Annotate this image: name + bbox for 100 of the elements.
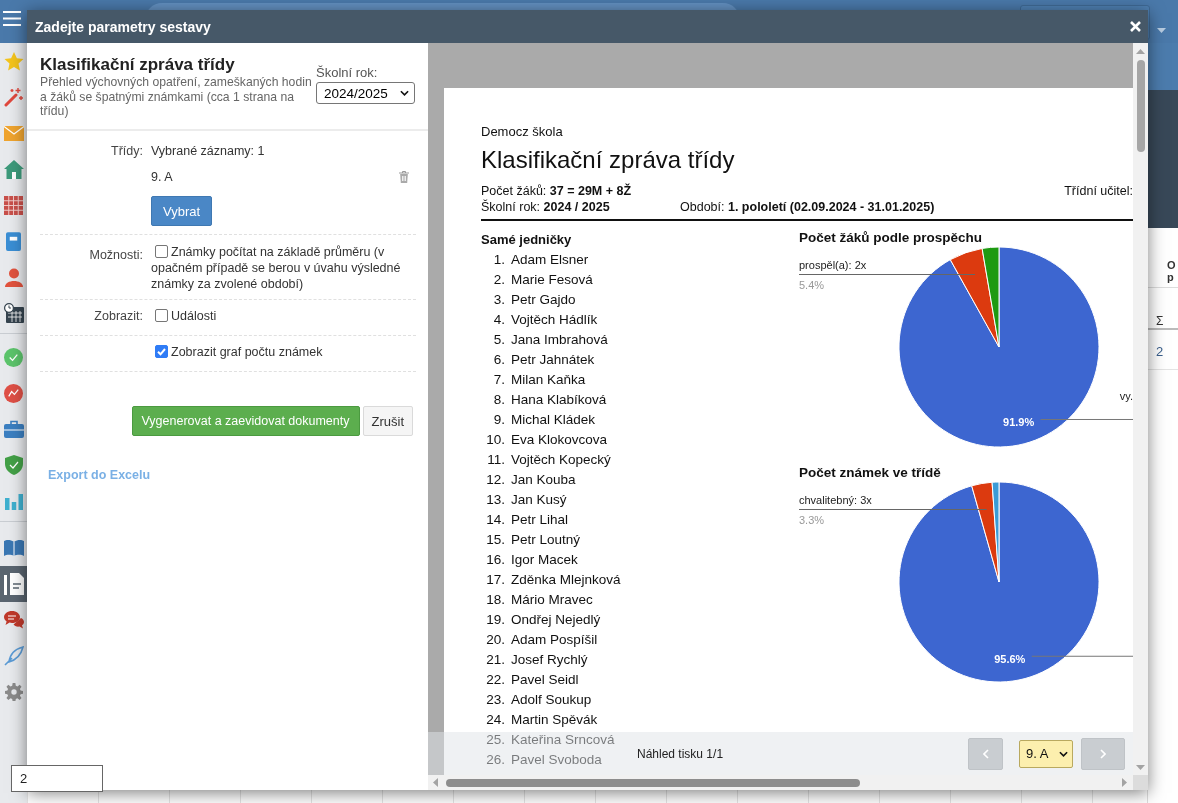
scrollbar-thumb[interactable]: [1136, 60, 1145, 152]
student-name: Zděnka Mlejnková: [511, 571, 621, 589]
field-label: Třídy:: [111, 144, 143, 158]
input-field[interactable]: 2: [11, 765, 103, 792]
school-year-select[interactable]: 2024/2025: [316, 82, 415, 104]
settings-icon: [4, 683, 23, 701]
magic-wand-icon: [4, 87, 23, 107]
student-name: Pavel Svoboda: [511, 751, 602, 769]
briefcase-icon: [3, 420, 24, 438]
horizontal-scrollbar[interactable]: [428, 775, 1133, 790]
list-number: 6.: [492, 351, 505, 369]
student-name: Petr Jahnátek: [511, 351, 595, 369]
student-name: Jan Kouba: [511, 471, 576, 489]
trash-icon[interactable]: [399, 171, 409, 183]
vertical-scrollbar[interactable]: [1133, 43, 1148, 775]
checkbox[interactable]: [155, 309, 168, 322]
chart-title: Počet známek ve třídě: [799, 465, 941, 480]
checkbox[interactable]: [155, 245, 168, 258]
list-number: 20.: [485, 631, 505, 649]
student-name: Adam Pospíšil: [511, 631, 598, 649]
percent-label: 91.9%: [1003, 416, 1035, 429]
checkmark-icon: [156, 346, 167, 357]
list-number: 11.: [486, 451, 505, 469]
student-name: Josef Rychlý: [511, 651, 588, 669]
student-name: Marie Fesová: [511, 271, 593, 289]
list-number: 14.: [485, 511, 505, 529]
student-name: Adam Elsner: [511, 251, 589, 269]
info-label: Období:: [680, 200, 725, 214]
calendar-icon: [4, 195, 23, 215]
list-number: 9.: [492, 411, 505, 429]
student-name: Vojtěch Hádlík: [511, 311, 598, 329]
list-number: 10.: [485, 431, 505, 449]
caret-icon[interactable]: [1157, 28, 1166, 33]
info-value: 37 = 29M + 8Ž: [549, 184, 632, 198]
student-name: Pavel Seidl: [511, 671, 579, 689]
close-icon[interactable]: [1130, 21, 1141, 32]
student-name: Hana Klabíková: [511, 391, 607, 409]
field-label: Školní rok:: [316, 65, 379, 80]
list-number: 8.: [492, 391, 505, 409]
cancel-button[interactable]: Zrušit: [362, 406, 413, 436]
class-select[interactable]: 9. A: [1019, 739, 1073, 768]
menu-icon[interactable]: [3, 11, 21, 26]
student-name: Igor Macek: [511, 551, 578, 569]
field-label: Možnosti:: [89, 248, 143, 262]
option-label[interactable]: Známky počítat na základě průměru (v opačném případě se berou v úvahu výsledné známky za zvolené období): [151, 244, 416, 292]
list-number: 1.: [492, 251, 505, 269]
list-number: 26.: [485, 751, 505, 769]
chevron-down-icon: [1059, 750, 1068, 757]
list-number: 3.: [492, 291, 505, 309]
slice-label: prospěl(a): 2x: [799, 259, 867, 271]
dialog-title: Zadejte parametry sestavy: [35, 18, 212, 35]
sidebar-item[interactable]: [0, 566, 27, 602]
chevron-right-icon: [1100, 748, 1106, 759]
document-icon: [2, 572, 25, 596]
select-button[interactable]: Vybrat: [151, 196, 213, 226]
list-number: 7.: [492, 371, 505, 389]
scroll-down-icon[interactable]: [1136, 765, 1145, 770]
student-name: Adolf Soukup: [511, 691, 592, 709]
info-value: 2024 / 2025: [543, 200, 610, 214]
student-name: Petr Gajdo: [511, 291, 576, 309]
student-name: Michal Kládek: [511, 411, 596, 429]
option-label[interactable]: Události: [151, 308, 416, 324]
report-description: Přehled výchovných opatření, zameškaných hodin a žáků se špatnými známkami (cca 1 strana na třídu): [40, 75, 313, 119]
student-name: Petr Loutný: [511, 531, 581, 549]
student-name: Jana Imbrahová: [511, 331, 608, 349]
list-number: 2.: [492, 271, 505, 289]
scroll-right-icon[interactable]: [1122, 778, 1127, 787]
option-label[interactable]: Zobrazit graf počtu známek: [151, 344, 416, 360]
school-name: Democz škola: [481, 124, 564, 140]
scroll-up-icon[interactable]: [1136, 49, 1145, 54]
checkbox[interactable]: [155, 345, 168, 358]
info-label: Školní rok:: [481, 200, 541, 214]
percent-label: 5.4%: [799, 279, 825, 291]
list-number: 22.: [485, 671, 505, 689]
list-title: Samé jedničky: [481, 232, 573, 248]
percent-label: 95.6%: [994, 653, 1026, 666]
info-label: Počet žáků:: [481, 184, 547, 198]
notebook-icon: [6, 231, 21, 251]
list-number: 5.: [492, 331, 505, 349]
info-label: Třídní učitel:: [1064, 184, 1133, 198]
envelope-icon: [3, 125, 24, 141]
document-title: Klasifikační zpráva třídy: [481, 146, 736, 174]
scroll-left-icon[interactable]: [433, 778, 438, 787]
class-name: 9. A: [151, 169, 173, 185]
list-number: 4.: [492, 311, 505, 329]
chevron-down-icon: [400, 90, 409, 96]
list-number: 12.: [485, 471, 505, 489]
check-circle-icon: [4, 347, 23, 367]
student-name: Eva Klokovcova: [511, 431, 608, 449]
slice-label: chvalitebný: 3x: [799, 494, 872, 506]
student-name: Jan Kusý: [511, 491, 567, 509]
scrollbar-thumb[interactable]: [446, 778, 860, 787]
shield-check-icon: [4, 455, 23, 475]
list-number: 21.: [485, 651, 505, 669]
report-title: Klasifikační zpráva třídy: [40, 55, 236, 75]
percent-label: 3.3%: [799, 514, 825, 526]
list-number: 19.: [485, 611, 505, 629]
feather-pen-icon: [3, 646, 24, 666]
selection-summary: Vybrané záznamy: 1: [151, 143, 266, 159]
student-name: Vojtěch Kopecký: [511, 451, 611, 469]
